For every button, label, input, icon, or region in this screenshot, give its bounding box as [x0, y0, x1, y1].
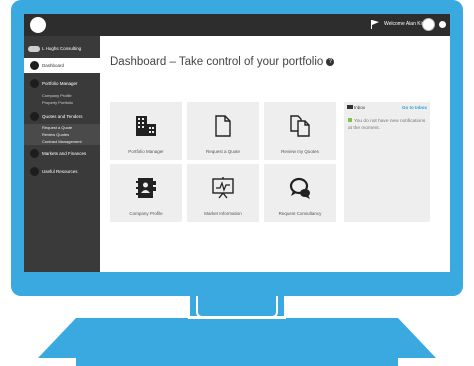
main-content: Dashboard – Take control of your portfol… — [100, 36, 450, 272]
tile-label: Market Information — [204, 211, 242, 216]
tile-label: Portfolio Manager — [128, 149, 164, 154]
sidebar-item-label: Markets and Finances — [42, 151, 87, 156]
stage: Welcome Alan King L Hughs Consulting Das… — [0, 0, 474, 366]
sidebar-submenu-quotes: Request a Quote Review Quotes Contract M… — [24, 124, 100, 145]
tile-request-consultancy[interactable]: Request Consultancy — [264, 164, 336, 222]
sidebar: L Hughs Consulting Dashboard Portfolio M… — [24, 36, 100, 272]
tile-label: Company Profile — [129, 211, 163, 216]
inbox-message-text: You do not have new notifications at the… — [348, 119, 426, 131]
tile-label: Request a Quote — [205, 149, 241, 154]
welcome-text: Welcome Alan King — [384, 21, 428, 27]
inbox-header: Inbox Go to Inbox — [344, 102, 430, 112]
top-bar: Welcome Alan King — [24, 14, 450, 36]
sidebar-item-portfolio-manager[interactable]: Portfolio Manager — [24, 76, 100, 91]
markets-icon — [30, 149, 39, 158]
sidebar-subitem-property-portfolio[interactable]: Property Portfolio — [24, 99, 100, 106]
envelope-icon — [347, 105, 353, 109]
tile-label: Review my Quotes — [281, 149, 319, 154]
tile-market-information[interactable]: Market Information — [187, 164, 259, 222]
sidebar-item-quotes[interactable]: Quotes and Tenders — [24, 109, 100, 124]
quotes-icon — [30, 112, 39, 121]
inbox-panel: Inbox Go to Inbox You do not have new no… — [344, 102, 430, 222]
monitor-base — [38, 318, 436, 366]
resources-icon — [30, 167, 39, 176]
tile-request-quote[interactable]: Request a Quote — [187, 102, 259, 160]
logo-icon[interactable] — [30, 17, 46, 33]
go-to-inbox-link[interactable]: Go to Inbox — [402, 105, 427, 110]
dashboard-icon — [30, 61, 39, 70]
monitor-neck-outline — [196, 296, 278, 318]
chat-bubbles-icon — [289, 177, 310, 199]
document-icon — [215, 115, 231, 137]
gear-icon[interactable] — [439, 21, 446, 28]
sidebar-subitem-company-profile[interactable]: Company Profile — [24, 92, 100, 99]
sidebar-item-label: Quotes and Tenders — [42, 114, 83, 119]
sidebar-subitem-contract-management[interactable]: Contract Management — [24, 138, 100, 145]
page-title-text: Dashboard – Take control of your portfol… — [110, 56, 324, 68]
building-icon — [136, 116, 156, 136]
monitor-base-gap — [188, 316, 286, 319]
chart-board-icon — [212, 177, 234, 199]
inbox-message: You do not have new notifications at the… — [348, 118, 426, 132]
avatar[interactable] — [422, 18, 435, 31]
tile-review-quotes[interactable]: Review my Quotes — [264, 102, 336, 160]
company-logo-icon — [28, 46, 40, 52]
sidebar-item-markets[interactable]: Markets and Finances — [24, 146, 100, 161]
sidebar-item-resources[interactable]: Useful Resources — [24, 164, 100, 179]
folder-icon — [30, 79, 39, 88]
notification-flag-icon — [348, 118, 352, 122]
sidebar-item-label: Useful Resources — [42, 169, 78, 174]
copy-icon — [290, 115, 310, 137]
flag-icon[interactable] — [371, 20, 379, 29]
sidebar-company[interactable]: L Hughs Consulting — [24, 42, 100, 56]
sidebar-item-label: Dashboard — [42, 63, 65, 68]
sidebar-item-label: Portfolio Manager — [42, 81, 78, 86]
tile-portfolio-manager[interactable]: Portfolio Manager — [110, 102, 182, 160]
sidebar-subitem-review-quotes[interactable]: Review Quotes — [24, 131, 100, 138]
page-title: Dashboard – Take control of your portfol… — [110, 56, 335, 68]
monitor-screen: Welcome Alan King L Hughs Consulting Das… — [24, 14, 450, 272]
help-icon[interactable]: ? — [326, 57, 335, 66]
tile-label: Request Consultancy — [278, 211, 322, 216]
contact-book-icon — [136, 178, 156, 198]
sidebar-subitem-request-quote[interactable]: Request a Quote — [24, 124, 100, 131]
inbox-title: Inbox — [354, 105, 366, 110]
sidebar-item-dashboard[interactable]: Dashboard — [24, 58, 100, 73]
tile-company-profile[interactable]: Company Profile — [110, 164, 182, 222]
company-name: L Hughs Consulting — [42, 46, 82, 51]
sidebar-submenu-portfolio: Company Profile Property Portfolio — [24, 92, 100, 106]
